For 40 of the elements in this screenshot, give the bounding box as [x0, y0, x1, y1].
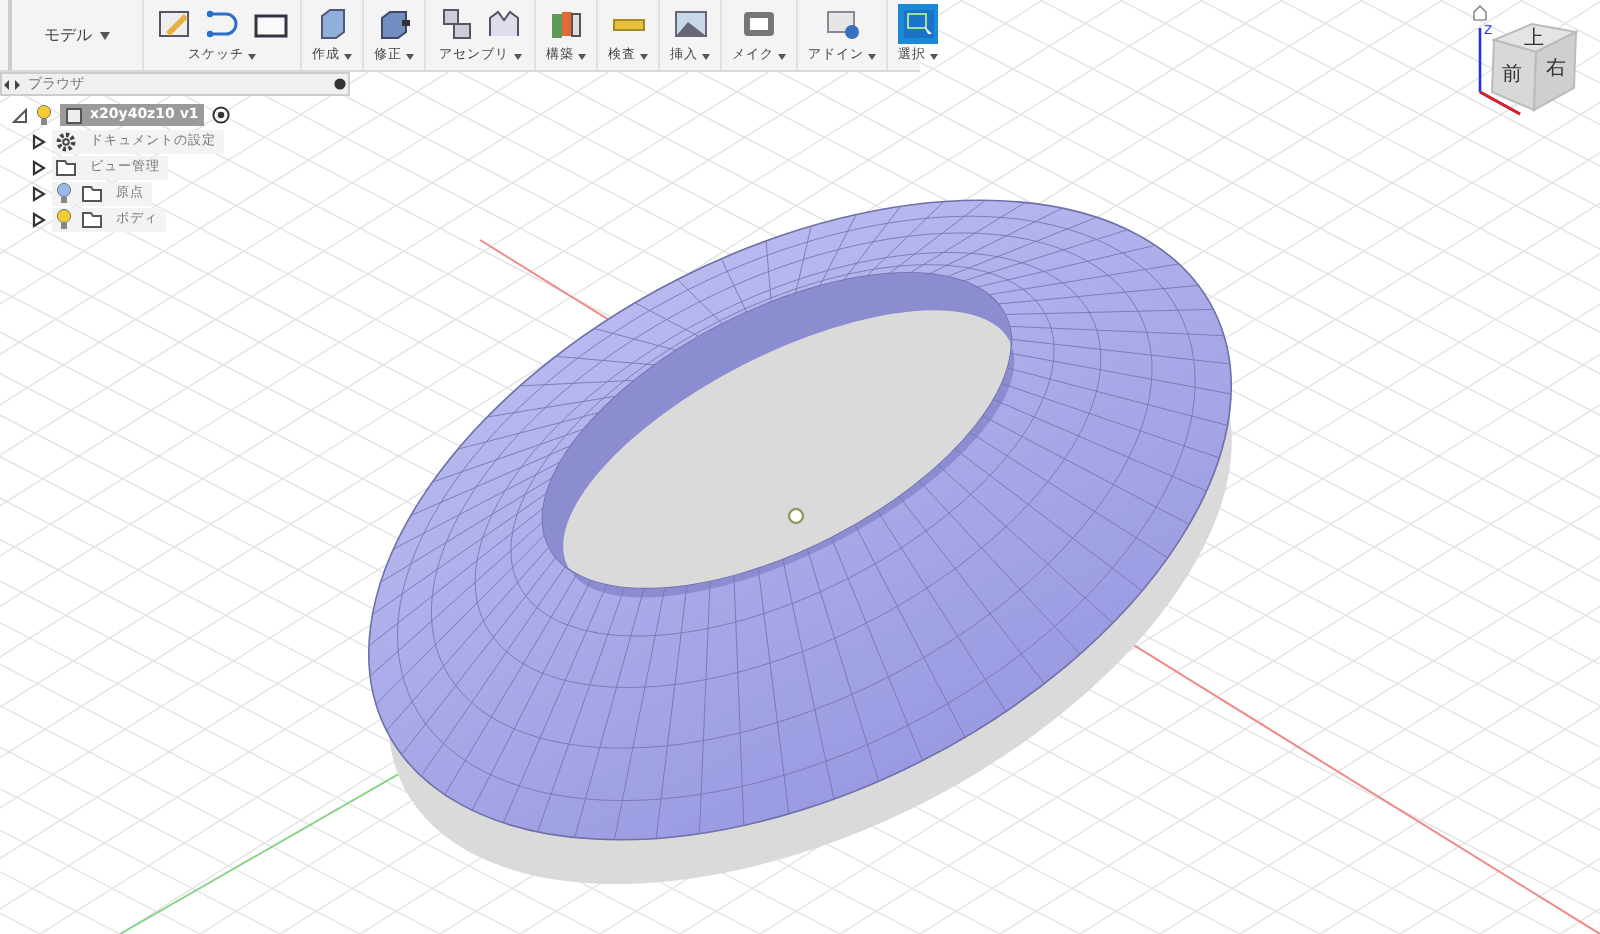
caret-icon [640, 53, 648, 60]
pin-icon[interactable] [334, 78, 346, 90]
box-icon [315, 8, 349, 40]
caret-icon [578, 53, 586, 60]
gear-window-icon [825, 8, 859, 40]
home-icon [1473, 5, 1487, 21]
caret-icon [513, 53, 521, 60]
origin-icon [787, 507, 805, 525]
light-bulb-icon[interactable] [56, 182, 72, 204]
caret-icon [868, 53, 876, 60]
cube-face-label[interactable]: 上 [1524, 28, 1544, 50]
printer-icon [742, 8, 776, 40]
component-icon [66, 107, 82, 123]
caret-icon [778, 53, 786, 60]
spline-icon [205, 8, 239, 40]
gear-icon [56, 131, 76, 151]
caret-icon [100, 31, 110, 39]
target-icon[interactable] [212, 106, 231, 124]
blocks-icon [439, 8, 473, 40]
cube-face-label[interactable]: 右 [1546, 58, 1566, 80]
planes-icon [549, 8, 583, 40]
push-pull-icon [377, 8, 411, 40]
caret-icon [344, 53, 352, 60]
select-cursor-icon [901, 8, 935, 40]
collapsed-triangle-icon[interactable] [32, 211, 46, 227]
caret-icon [248, 53, 256, 60]
sketch-pencil-icon [157, 8, 191, 40]
collapsed-triangle-icon[interactable] [32, 185, 46, 201]
picture-icon [673, 8, 707, 40]
cube-face-label[interactable]: 前 [1502, 64, 1522, 86]
caret-icon [702, 53, 710, 60]
collapsed-triangle-icon[interactable] [32, 133, 46, 149]
expanded-triangle-icon[interactable] [12, 107, 28, 123]
collapsed-triangle-icon[interactable] [32, 159, 46, 175]
caret-icon [406, 53, 414, 60]
joint-icon [487, 8, 521, 40]
light-bulb-icon[interactable] [56, 208, 72, 230]
caret-icon [930, 53, 938, 60]
light-bulb-icon[interactable] [36, 104, 52, 126]
collapse-icon[interactable] [4, 79, 20, 89]
